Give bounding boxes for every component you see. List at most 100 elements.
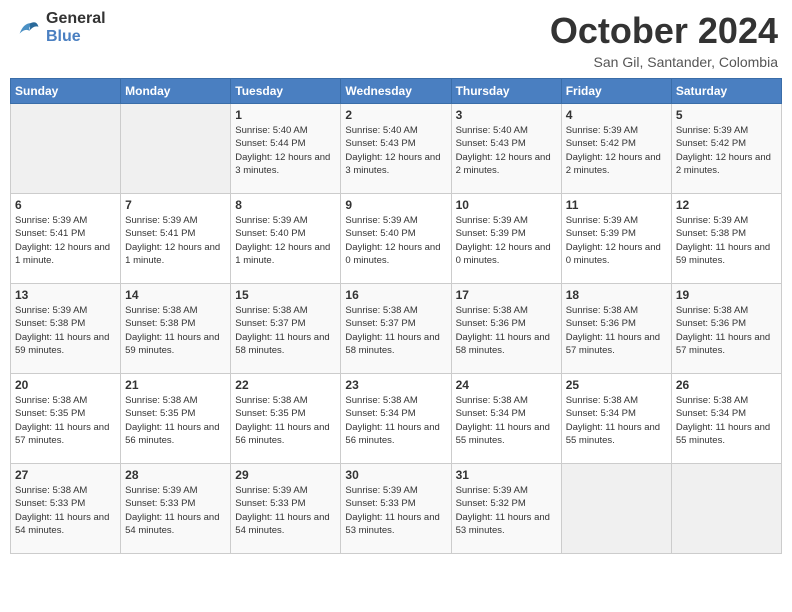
day-info: Sunrise: 5:38 AM Sunset: 5:36 PM Dayligh… [676,304,777,357]
calendar-week-row: 6 Sunrise: 5:39 AM Sunset: 5:41 PM Daylig… [11,194,782,284]
calendar-cell: 15Sunrise: 5:38 AM Sunset: 5:37 PM Dayli… [231,284,341,374]
calendar-cell: 4 Sunrise: 5:39 AM Sunset: 5:42 PM Daylig… [561,104,671,194]
day-info: Sunrise: 5:38 AM Sunset: 5:35 PM Dayligh… [125,394,226,447]
day-info: Sunrise: 5:38 AM Sunset: 5:34 PM Dayligh… [345,394,446,447]
calendar-week-row: 20 Sunrise: 5:38 AM Sunset: 5:35 PM Dayli… [11,374,782,464]
day-number: 7 [125,198,226,212]
calendar-cell: 2 Sunrise: 5:40 AM Sunset: 5:43 PM Daylig… [341,104,451,194]
calendar-week-row: 13Sunrise: 5:39 AM Sunset: 5:38 PM Dayli… [11,284,782,374]
day-number: 16 [345,288,446,302]
calendar-cell: 31 Sunrise: 5:39 AM Sunset: 5:32 PM Dayli… [451,464,561,554]
day-number: 17 [456,288,557,302]
day-number: 3 [456,108,557,122]
calendar-cell: 21 Sunrise: 5:38 AM Sunset: 5:35 PM Dayli… [121,374,231,464]
day-info: Sunrise: 5:39 AM Sunset: 5:40 PM Dayligh… [345,214,446,267]
calendar-cell: 28Sunrise: 5:39 AM Sunset: 5:33 PM Dayli… [121,464,231,554]
day-number: 9 [345,198,446,212]
calendar-cell: 10 Sunrise: 5:39 AM Sunset: 5:39 PM Dayli… [451,194,561,284]
day-info: Sunrise: 5:38 AM Sunset: 5:33 PM Dayligh… [15,484,116,537]
calendar-cell: 5Sunrise: 5:39 AM Sunset: 5:42 PM Daylig… [671,104,781,194]
calendar-cell: 29Sunrise: 5:39 AM Sunset: 5:33 PM Dayli… [231,464,341,554]
calendar-cell: 25 Sunrise: 5:38 AM Sunset: 5:34 PM Dayli… [561,374,671,464]
day-info: Sunrise: 5:38 AM Sunset: 5:36 PM Dayligh… [456,304,557,357]
calendar-cell: 13Sunrise: 5:39 AM Sunset: 5:38 PM Dayli… [11,284,121,374]
day-number: 30 [345,468,446,482]
calendar-cell: 18 Sunrise: 5:38 AM Sunset: 5:36 PM Dayli… [561,284,671,374]
weekday-header: Thursday [451,79,561,104]
calendar-cell: 27 Sunrise: 5:38 AM Sunset: 5:33 PM Dayli… [11,464,121,554]
day-info: Sunrise: 5:39 AM Sunset: 5:39 PM Dayligh… [456,214,557,267]
weekday-header: Friday [561,79,671,104]
calendar-cell [561,464,671,554]
day-number: 19 [676,288,777,302]
day-number: 6 [15,198,116,212]
month-title: October 2024 [550,10,778,52]
day-info: Sunrise: 5:39 AM Sunset: 5:41 PM Dayligh… [15,214,116,267]
day-info: Sunrise: 5:38 AM Sunset: 5:38 PM Dayligh… [125,304,226,357]
day-info: Sunrise: 5:38 AM Sunset: 5:35 PM Dayligh… [235,394,336,447]
calendar-cell: 23 Sunrise: 5:38 AM Sunset: 5:34 PM Dayli… [341,374,451,464]
logo-icon [14,14,42,42]
day-number: 14 [125,288,226,302]
day-info: Sunrise: 5:40 AM Sunset: 5:43 PM Dayligh… [456,124,557,177]
weekday-header-row: SundayMondayTuesdayWednesdayThursdayFrid… [11,79,782,104]
day-info: Sunrise: 5:40 AM Sunset: 5:44 PM Dayligh… [235,124,336,177]
calendar-cell: 19 Sunrise: 5:38 AM Sunset: 5:36 PM Dayli… [671,284,781,374]
calendar-cell: 17 Sunrise: 5:38 AM Sunset: 5:36 PM Dayli… [451,284,561,374]
day-number: 31 [456,468,557,482]
calendar-cell: 8Sunrise: 5:39 AM Sunset: 5:40 PM Daylig… [231,194,341,284]
calendar-cell: 22 Sunrise: 5:38 AM Sunset: 5:35 PM Dayli… [231,374,341,464]
weekday-header: Saturday [671,79,781,104]
day-info: Sunrise: 5:38 AM Sunset: 5:34 PM Dayligh… [456,394,557,447]
weekday-header: Monday [121,79,231,104]
day-number: 20 [15,378,116,392]
calendar-table: SundayMondayTuesdayWednesdayThursdayFrid… [10,78,782,554]
calendar-cell: 11 Sunrise: 5:39 AM Sunset: 5:39 PM Dayli… [561,194,671,284]
weekday-header: Tuesday [231,79,341,104]
day-info: Sunrise: 5:40 AM Sunset: 5:43 PM Dayligh… [345,124,446,177]
day-number: 1 [235,108,336,122]
calendar-cell: 30 Sunrise: 5:39 AM Sunset: 5:33 PM Dayli… [341,464,451,554]
calendar-cell [121,104,231,194]
day-info: Sunrise: 5:39 AM Sunset: 5:41 PM Dayligh… [125,214,226,267]
day-number: 18 [566,288,667,302]
weekday-header: Sunday [11,79,121,104]
calendar-cell [671,464,781,554]
day-number: 27 [15,468,116,482]
calendar-cell: 20 Sunrise: 5:38 AM Sunset: 5:35 PM Dayli… [11,374,121,464]
day-number: 4 [566,108,667,122]
day-number: 11 [566,198,667,212]
day-info: Sunrise: 5:39 AM Sunset: 5:38 PM Dayligh… [15,304,116,357]
day-info: Sunrise: 5:39 AM Sunset: 5:42 PM Dayligh… [566,124,667,177]
day-info: Sunrise: 5:38 AM Sunset: 5:34 PM Dayligh… [676,394,777,447]
day-info: Sunrise: 5:38 AM Sunset: 5:35 PM Dayligh… [15,394,116,447]
day-number: 23 [345,378,446,392]
day-info: Sunrise: 5:39 AM Sunset: 5:33 PM Dayligh… [125,484,226,537]
day-number: 21 [125,378,226,392]
day-info: Sunrise: 5:39 AM Sunset: 5:33 PM Dayligh… [235,484,336,537]
calendar-cell: 1 Sunrise: 5:40 AM Sunset: 5:44 PM Daylig… [231,104,341,194]
day-number: 12 [676,198,777,212]
day-number: 5 [676,108,777,122]
day-info: Sunrise: 5:38 AM Sunset: 5:34 PM Dayligh… [566,394,667,447]
title-section: October 2024 San Gil, Santander, Colombi… [550,10,778,70]
day-info: Sunrise: 5:38 AM Sunset: 5:36 PM Dayligh… [566,304,667,357]
day-number: 10 [456,198,557,212]
calendar-cell: 6 Sunrise: 5:39 AM Sunset: 5:41 PM Daylig… [11,194,121,284]
day-number: 15 [235,288,336,302]
day-info: Sunrise: 5:39 AM Sunset: 5:40 PM Dayligh… [235,214,336,267]
day-number: 25 [566,378,667,392]
day-info: Sunrise: 5:39 AM Sunset: 5:33 PM Dayligh… [345,484,446,537]
day-number: 24 [456,378,557,392]
calendar-week-row: 27 Sunrise: 5:38 AM Sunset: 5:33 PM Dayli… [11,464,782,554]
calendar-cell: 7 Sunrise: 5:39 AM Sunset: 5:41 PM Daylig… [121,194,231,284]
weekday-header: Wednesday [341,79,451,104]
day-info: Sunrise: 5:39 AM Sunset: 5:32 PM Dayligh… [456,484,557,537]
day-info: Sunrise: 5:39 AM Sunset: 5:39 PM Dayligh… [566,214,667,267]
day-number: 2 [345,108,446,122]
calendar-cell: 26 Sunrise: 5:38 AM Sunset: 5:34 PM Dayli… [671,374,781,464]
day-number: 22 [235,378,336,392]
calendar-cell: 12Sunrise: 5:39 AM Sunset: 5:38 PM Dayli… [671,194,781,284]
logo-text: General Blue [46,10,106,45]
day-number: 26 [676,378,777,392]
